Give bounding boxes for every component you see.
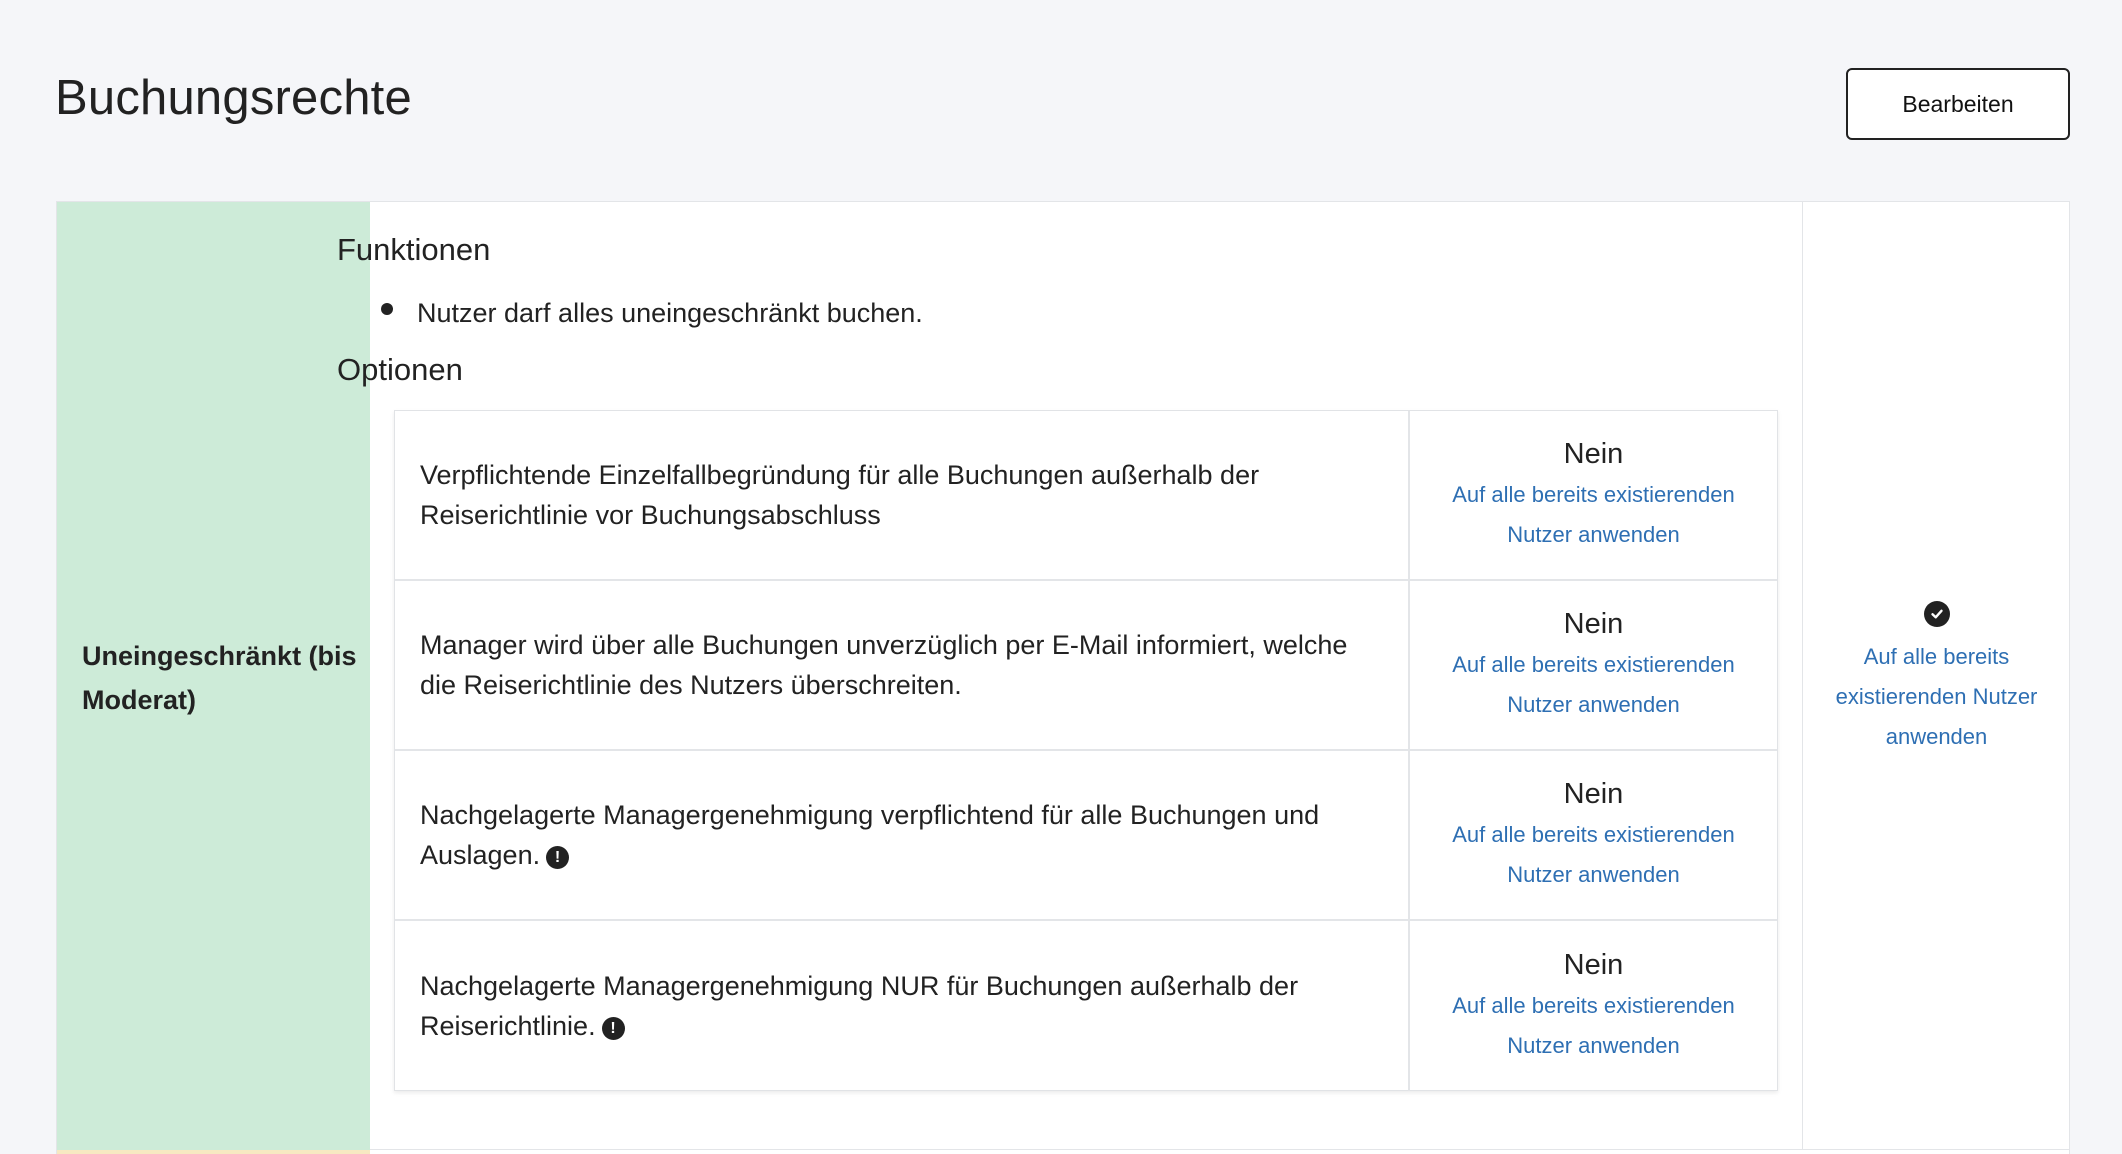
table-row: Nachgelagerte Managergenehmigung NUR für…	[395, 921, 1777, 1091]
apply-to-existing-users-link[interactable]: Auf alle bereits existierenden Nutzer an…	[1429, 645, 1759, 725]
table-row: Verpflichtende Einzelfallbegründung für …	[395, 411, 1777, 581]
page: Buchungsrechte Bearbeiten Uneingeschränk…	[0, 0, 2122, 1154]
option-text-cell: Manager wird über alle Buchungen unverzü…	[395, 581, 1410, 749]
option-description: Verpflichtende Einzelfallbegründung für …	[420, 460, 1260, 530]
option-text-cell: Nachgelagerte Managergenehmigung verpfli…	[395, 751, 1410, 919]
check-circle-icon	[1923, 601, 1950, 627]
table-row: Manager wird über alle Buchungen unverzü…	[395, 581, 1777, 751]
option-value-cell: Nein Auf alle bereits existierenden Nutz…	[1410, 581, 1777, 749]
apply-to-existing-users-link[interactable]: Auf alle bereits existierenden Nutzer an…	[1429, 986, 1759, 1066]
option-value-cell: Nein Auf alle bereits existierenden Nutz…	[1410, 411, 1777, 579]
option-description: Manager wird über alle Buchungen unverzü…	[420, 630, 1348, 700]
next-level-strip	[57, 1150, 370, 1154]
option-text: Nachgelagerte Managergenehmigung NUR für…	[420, 966, 1368, 1046]
option-text: Nachgelagerte Managergenehmigung verpfli…	[420, 795, 1368, 875]
function-list: Nutzer darf alles uneingeschränkt buchen…	[337, 293, 923, 333]
apply-to-existing-users-link[interactable]: Auf alle bereits existierenden Nutzer an…	[1429, 815, 1759, 895]
option-text-cell: Nachgelagerte Managergenehmigung NUR für…	[395, 921, 1410, 1091]
functions-heading: Funktionen	[337, 232, 491, 267]
option-value-cell: Nein Auf alle bereits existierenden Nutz…	[1410, 751, 1777, 919]
status-cell: Auf alle bereits existierenden Nutzer an…	[1803, 202, 2070, 1150]
option-description: Nachgelagerte Managergenehmigung NUR für…	[420, 971, 1299, 1041]
apply-to-existing-users-link[interactable]: Auf alle bereits existierenden Nutzer an…	[1429, 475, 1759, 555]
info-icon[interactable]: !	[601, 1017, 625, 1040]
option-text: Verpflichtende Einzelfallbegründung für …	[420, 455, 1368, 535]
options-table: Verpflichtende Einzelfallbegründung für …	[394, 410, 1778, 1091]
option-value: Nein	[1563, 608, 1624, 640]
list-item: Nutzer darf alles uneingeschränkt buchen…	[337, 293, 923, 333]
option-value-cell: Nein Auf alle bereits existierenden Nutz…	[1410, 921, 1777, 1091]
table-row: Nachgelagerte Managergenehmigung verpfli…	[395, 751, 1777, 921]
bullet-icon	[381, 303, 393, 315]
edit-button[interactable]: Bearbeiten	[1846, 68, 2070, 140]
option-value: Nein	[1563, 949, 1624, 981]
option-text-cell: Verpflichtende Einzelfallbegründung für …	[395, 411, 1410, 579]
options-heading: Optionen	[337, 352, 463, 387]
option-value: Nein	[1563, 778, 1624, 810]
function-text: Nutzer darf alles uneingeschränkt buchen…	[417, 298, 923, 328]
page-title: Buchungsrechte	[55, 71, 412, 125]
info-icon[interactable]: !	[546, 846, 570, 869]
option-text: Manager wird über alle Buchungen unverzü…	[420, 625, 1368, 705]
level-label: Uneingeschränkt (bis Moderat)	[82, 641, 357, 715]
level-column: Uneingeschränkt (bis Moderat)	[57, 202, 370, 1150]
option-value: Nein	[1563, 438, 1624, 470]
apply-to-existing-users-link[interactable]: Auf alle bereits existierenden Nutzer an…	[1827, 637, 2047, 757]
